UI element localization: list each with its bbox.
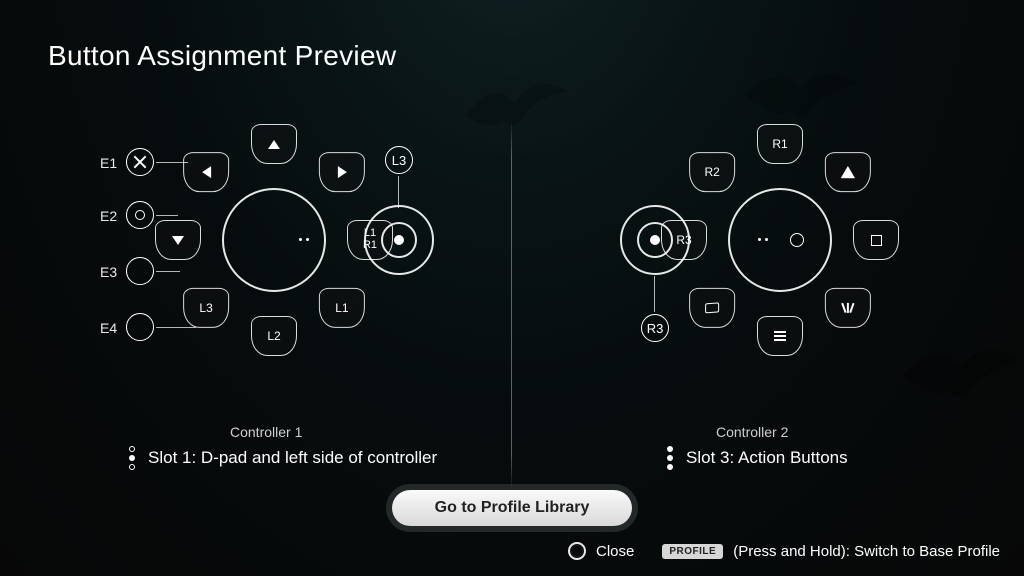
button-hints: Close PROFILE (Press and Hold): Switch t… <box>568 542 1000 560</box>
e1-label: E1 <box>100 155 117 171</box>
e4-label: E4 <box>100 320 117 336</box>
profile-button-icon: PROFILE <box>662 544 723 559</box>
e1-socket <box>126 148 154 176</box>
dpad-left-icon <box>202 166 211 178</box>
c2-petal-b <box>757 316 803 356</box>
c2-petal-bl <box>689 288 735 328</box>
e3-socket <box>126 257 154 285</box>
controller-1-slot[interactable]: Slot 1: D-pad and left side of controlle… <box>126 446 437 470</box>
controller-1-diagram: L1R1 L1 L2 L3 L3 <box>178 140 498 400</box>
controller-1-slot-label: Slot 1: D-pad and left side of controlle… <box>148 448 437 468</box>
e1-leader <box>156 162 188 163</box>
controller-2-diagram: R3 R2 R1 R3 <box>620 140 940 400</box>
bird-silhouette <box>460 70 570 140</box>
c2-petal-br <box>825 288 871 328</box>
c1-petal-br: L1 <box>319 288 365 328</box>
dpad-right-icon <box>337 166 346 178</box>
c1-petal-t <box>251 124 297 164</box>
c1-stick-leader <box>398 176 399 208</box>
e3-label: E3 <box>100 264 117 280</box>
c2-stick-label: R3 <box>641 314 669 342</box>
e2-label: E2 <box>100 208 117 224</box>
bird-silhouette <box>740 60 860 130</box>
go-to-profile-library-button[interactable]: Go to Profile Library <box>392 490 632 526</box>
c1-petal-tl <box>183 152 229 192</box>
slot-dots-icon <box>664 446 676 470</box>
square-icon <box>871 235 882 246</box>
close-hint: Close <box>596 543 634 560</box>
c1-petal-tr <box>319 152 365 192</box>
slot-dots-icon <box>126 446 138 470</box>
c1-petal-b: L2 <box>251 316 297 356</box>
controller-2-heading: Controller 2 <box>716 424 788 440</box>
e3-leader <box>156 271 180 272</box>
controller-2-hub <box>728 188 832 292</box>
touchpad-icon <box>705 302 719 313</box>
c2-petal-tl: R2 <box>689 152 735 192</box>
c2-stick-leader <box>654 276 655 312</box>
controller-2-slot-label: Slot 3: Action Buttons <box>686 448 848 468</box>
hold-hint: (Press and Hold): Switch to Base Profile <box>733 543 1000 560</box>
orientation-dots <box>758 238 768 241</box>
c2-petal-r <box>853 220 899 260</box>
triangle-icon <box>841 166 855 178</box>
c2-petal-t: R1 <box>757 124 803 164</box>
c1-stick-label: L3 <box>385 146 413 174</box>
orientation-dots <box>299 238 309 241</box>
c2-stick <box>620 205 690 275</box>
circle-button-icon <box>568 542 586 560</box>
menu-icon <box>774 331 786 340</box>
page-title: Button Assignment Preview <box>48 40 396 72</box>
controller-2-slot[interactable]: Slot 3: Action Buttons <box>664 446 848 470</box>
e2-socket <box>126 201 154 229</box>
e2-leader <box>156 215 178 216</box>
center-circle-icon <box>790 233 804 247</box>
vertical-divider <box>511 120 512 490</box>
c2-petal-tr <box>825 152 871 192</box>
controller-1-heading: Controller 1 <box>230 424 302 440</box>
cross-icon <box>133 155 147 169</box>
stick-knob-icon <box>650 235 660 245</box>
dpad-up-icon <box>268 140 280 149</box>
c1-petal-bl: L3 <box>183 288 229 328</box>
c1-stick <box>364 205 434 275</box>
stick-knob-icon <box>394 235 404 245</box>
dpad-down-icon <box>172 236 184 245</box>
share-icon <box>843 303 852 313</box>
circle-icon <box>135 210 145 220</box>
e4-leader <box>156 327 196 328</box>
e4-socket <box>126 313 154 341</box>
c1-petal-l <box>155 220 201 260</box>
controller-1-hub <box>222 188 326 292</box>
